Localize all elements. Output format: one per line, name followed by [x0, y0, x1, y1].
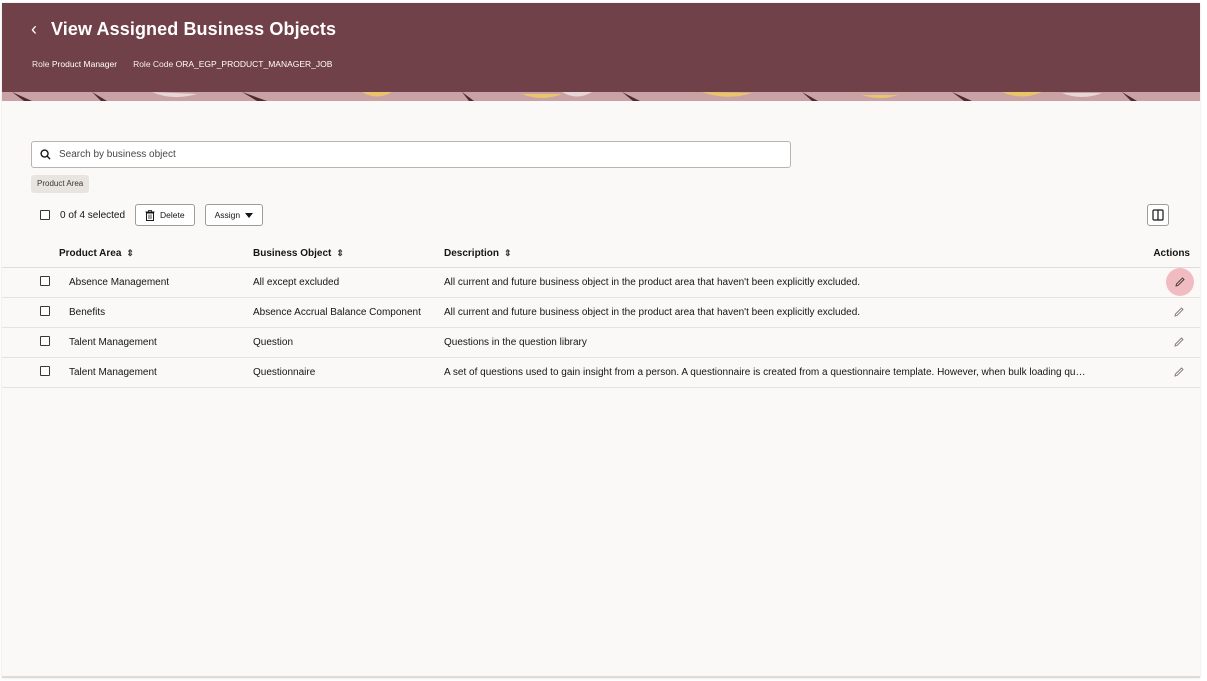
role-meta: Role Product Manager Role Code ORA_EGP_P… — [32, 59, 332, 69]
column-label: Product Area — [59, 248, 122, 260]
column-header-product-area[interactable]: Product Area ⇕ — [59, 241, 253, 268]
page-header: ‹ View Assigned Business Objects Role Pr… — [2, 3, 1200, 101]
table-row[interactable]: Benefits Absence Accrual Balance Compone… — [2, 297, 1200, 328]
edit-button[interactable] — [1166, 268, 1194, 296]
edit-button[interactable] — [1168, 331, 1190, 353]
row-checkbox[interactable] — [40, 275, 50, 286]
decorative-banner — [2, 92, 1200, 101]
pencil-icon — [1174, 367, 1184, 377]
role-code-info: Role Code ORA_EGP_PRODUCT_MANAGER_JOB — [133, 59, 332, 69]
search-icon — [40, 149, 51, 160]
assign-button[interactable]: Assign — [204, 204, 264, 226]
role-label: Role — [32, 59, 50, 69]
delete-label: Delete — [160, 210, 185, 220]
actions-cell — [1110, 297, 1200, 328]
actions-cell — [1110, 327, 1200, 358]
business-object-cell: Questionnaire — [253, 357, 444, 388]
product-area-cell: Absence Management — [59, 267, 253, 298]
search-input[interactable] — [59, 149, 790, 160]
trash-icon — [145, 209, 155, 221]
assign-label: Assign — [214, 210, 241, 220]
header-checkbox-cell — [2, 241, 59, 268]
columns-button[interactable] — [1147, 204, 1169, 226]
columns-icon — [1152, 209, 1164, 221]
column-header-actions: Actions — [1110, 241, 1200, 268]
role-info: Role Product Manager — [32, 59, 117, 69]
row-checkbox-cell — [2, 357, 59, 388]
edit-button[interactable] — [1168, 301, 1190, 323]
row-checkbox[interactable] — [40, 335, 50, 346]
back-button[interactable]: ‹ — [31, 19, 37, 40]
role-code-value: ORA_EGP_PRODUCT_MANAGER_JOB — [175, 59, 333, 69]
pencil-icon — [1174, 337, 1184, 347]
description-cell: All current and future business object i… — [444, 267, 1110, 298]
pencil-icon — [1174, 307, 1184, 317]
role-value: Product Manager — [51, 59, 118, 69]
table-row[interactable]: Absence Management All except excluded A… — [2, 267, 1200, 298]
table-toolbar: 0 of 4 selected Delete Assign — [40, 204, 264, 226]
column-header-description[interactable]: Description ⇕ — [444, 241, 1110, 268]
selection-count: 0 of 4 selected — [60, 209, 126, 221]
sort-icon[interactable]: ⇕ — [504, 248, 512, 258]
table-row[interactable]: Talent Management Questionnaire A set of… — [2, 357, 1200, 388]
business-object-cell: Absence Accrual Balance Component — [253, 297, 444, 328]
product-area-cell: Benefits — [59, 297, 253, 328]
delete-button[interactable]: Delete — [135, 204, 195, 226]
pencil-icon — [1175, 277, 1185, 287]
filter-chip-product-area[interactable]: Product Area — [31, 175, 90, 193]
table-header-row: Product Area ⇕ Business Object ⇕ Descripti… — [2, 241, 1200, 268]
actions-cell — [1110, 357, 1200, 388]
select-all-checkbox[interactable] — [40, 210, 50, 220]
search-box[interactable] — [31, 141, 791, 168]
business-objects-table: Product Area ⇕ Business Object ⇕ Descripti… — [2, 241, 1200, 388]
column-label: Description — [444, 248, 500, 260]
description-cell: Questions in the question library — [444, 327, 1110, 358]
row-checkbox[interactable] — [40, 365, 50, 376]
sort-icon[interactable]: ⇕ — [126, 248, 134, 258]
table-row[interactable]: Talent Management Question Questions in … — [2, 327, 1200, 358]
role-code-label: Role Code — [133, 59, 174, 69]
description-cell: All current and future business object i… — [444, 297, 1110, 328]
business-object-cell: All except excluded — [253, 267, 444, 298]
product-area-cell: Talent Management — [59, 357, 253, 388]
business-object-cell: Question — [253, 327, 444, 358]
row-checkbox-cell — [2, 267, 59, 298]
product-area-cell: Talent Management — [59, 327, 253, 358]
row-checkbox-cell — [2, 327, 59, 358]
description-cell: A set of questions used to gain insight … — [444, 357, 1110, 388]
edit-button[interactable] — [1168, 361, 1190, 383]
sort-icon[interactable]: ⇕ — [336, 248, 344, 258]
page-title: View Assigned Business Objects — [51, 19, 337, 39]
actions-cell — [1110, 267, 1200, 298]
column-label: Business Object — [253, 248, 332, 260]
caret-down-icon — [245, 212, 254, 218]
column-header-business-object[interactable]: Business Object ⇕ — [253, 241, 444, 268]
row-checkbox-cell — [2, 297, 59, 328]
page-frame: ‹ View Assigned Business Objects Role Pr… — [2, 3, 1200, 678]
row-checkbox[interactable] — [40, 305, 50, 316]
